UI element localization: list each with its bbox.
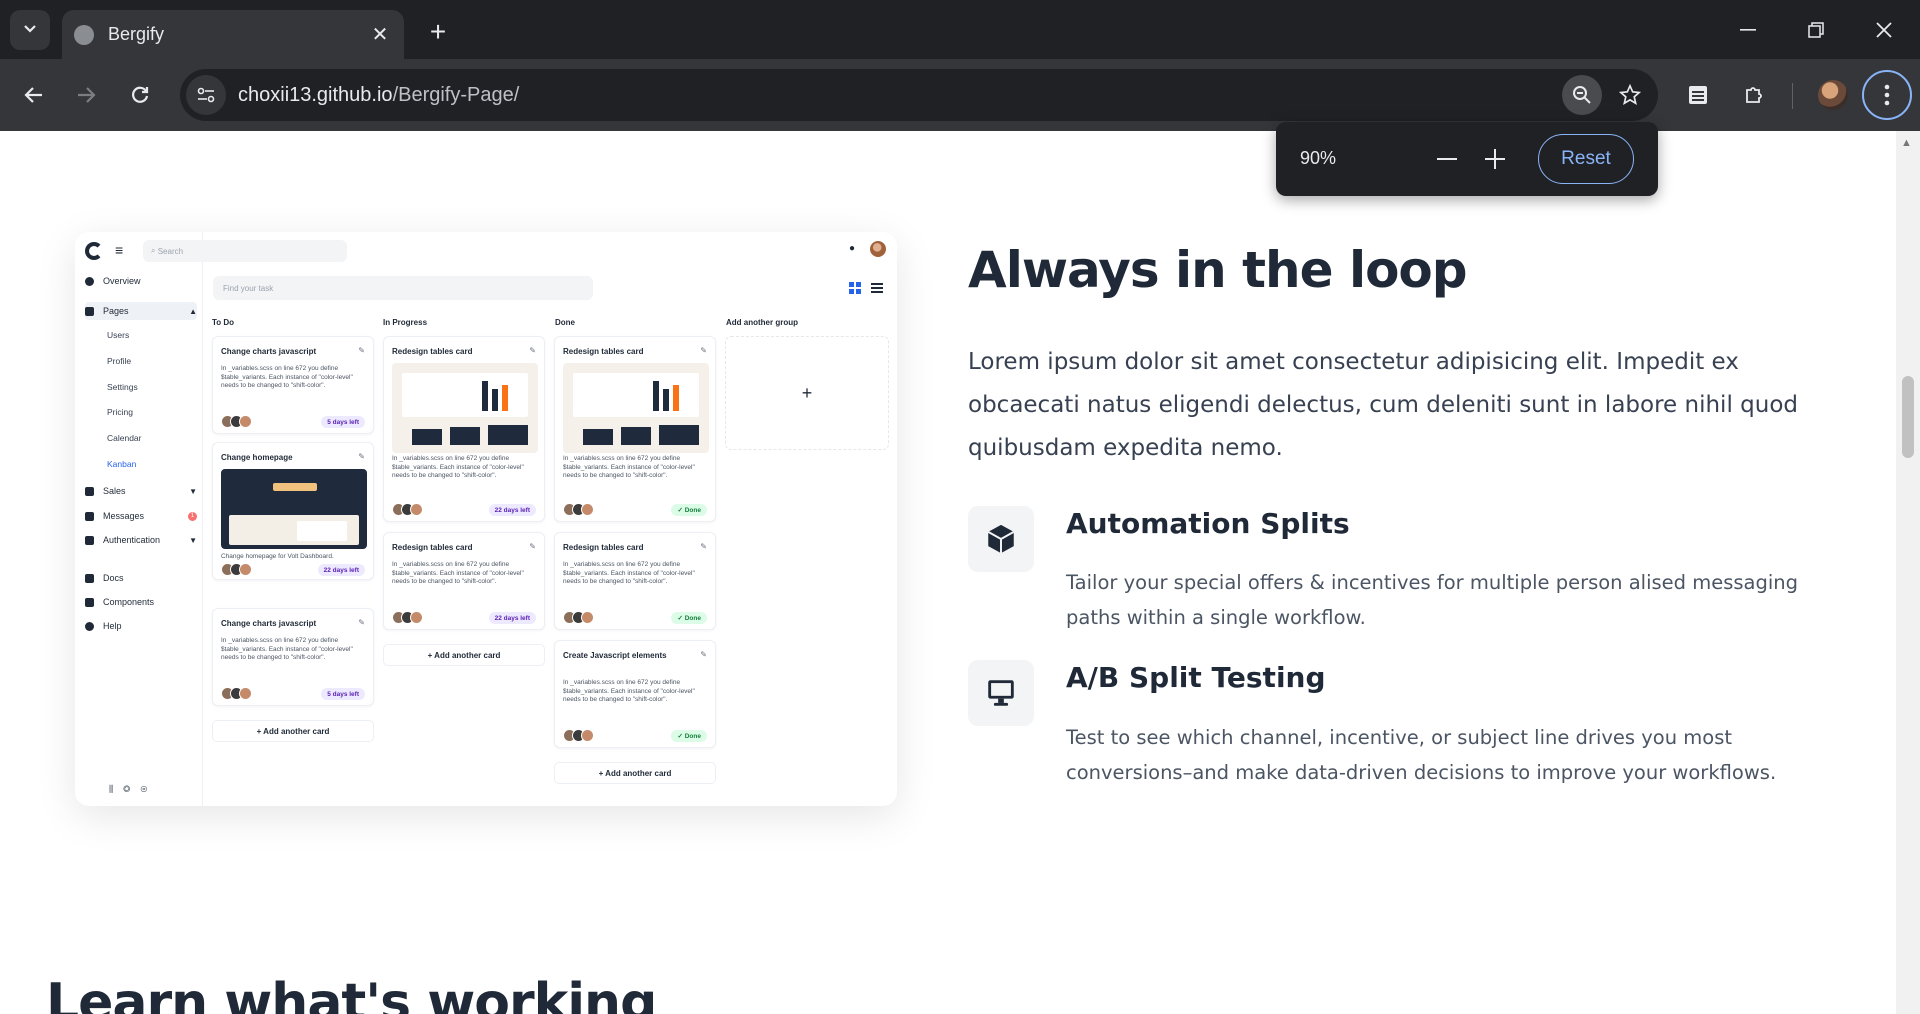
tab-strip: Bergify ✕ +	[0, 0, 1920, 59]
list-view-icon	[871, 283, 883, 293]
close-window-button[interactable]	[1862, 12, 1906, 48]
mock-sub-profile: Profile	[107, 356, 132, 366]
page-content: ≡ Overview Pages ▲ Users Profile Settings…	[0, 131, 1896, 1014]
bell-icon: ●	[849, 243, 856, 254]
profile-avatar[interactable]	[1818, 80, 1848, 110]
feature-title-automation-splits: Automation Splits	[1066, 507, 1350, 540]
next-section-heading: Learn what's working	[46, 973, 657, 1014]
bookmark-star-icon[interactable]	[1610, 75, 1650, 115]
mock-sub-calendar: Calendar	[107, 433, 142, 443]
feature-text-automation-splits: Tailor your special offers & incentives …	[1066, 571, 1799, 629]
restore-button[interactable]	[1794, 12, 1838, 48]
column-title-add-group: Add another group	[726, 318, 798, 327]
kanban-card: Change charts javascript ✎ In _variables.…	[212, 336, 374, 434]
kanban-card: Change charts javascript ✎ In _variables.…	[212, 608, 374, 706]
new-tab-button[interactable]: +	[420, 14, 456, 50]
add-card-button: + Add another card	[383, 644, 545, 666]
mock-sub-users: Users	[107, 330, 130, 340]
chevron-down-icon	[23, 21, 37, 39]
address-bar[interactable]: choxii13.github.io/Bergify-Page/	[180, 69, 1658, 121]
mock-nav-authentication: Authentication ▼	[85, 535, 197, 545]
zoom-popup: 90% Reset	[1276, 122, 1658, 196]
feature-text-ab-split-testing: Test to see which channel, incentive, or…	[1066, 726, 1777, 784]
monitor-icon	[968, 660, 1034, 726]
kanban-card: Change homepage ✎ Change homepage for Vol…	[212, 442, 374, 580]
edit-icon: ✎	[529, 542, 536, 551]
mock-avatar	[870, 241, 886, 257]
hamburger-icon: ≡	[115, 242, 124, 258]
card-thumbnail-light	[563, 363, 709, 453]
sheets-extension-icon[interactable]	[1678, 75, 1718, 115]
browser-toolbar: choxii13.github.io/Bergify-Page/	[0, 59, 1920, 131]
scroll-up-arrow-icon[interactable]: ▲	[1901, 137, 1912, 149]
kanban-card: Redesign tables card ✎ In _variables.scss…	[383, 532, 545, 630]
section-lead-paragraph: Lorem ipsum dolor sit amet consectetur a…	[968, 349, 1798, 461]
minimize-button[interactable]	[1726, 12, 1770, 48]
section-heading: Always in the loop	[968, 241, 1468, 299]
mock-search-field: ⌕ Search	[143, 240, 347, 262]
mock-nav-pages: Pages ▲	[85, 302, 197, 320]
feature-title-ab-split-testing: A/B Split Testing	[1066, 661, 1326, 694]
cube-icon	[968, 506, 1034, 572]
mock-sub-settings: Settings	[107, 382, 138, 392]
kanban-card: Redesign tables card ✎ In _variables.scss…	[554, 532, 716, 630]
edit-icon: ✎	[700, 542, 707, 551]
mock-sub-pricing: Pricing	[107, 407, 133, 417]
mock-find-task-field: Find your task	[213, 276, 593, 300]
add-card-button: + Add another card	[554, 762, 716, 784]
mock-sidebar: ≡ Overview Pages ▲ Users Profile Settings…	[75, 232, 203, 806]
browser-menu-button[interactable]	[1862, 70, 1912, 120]
grid-view-icon	[849, 282, 861, 294]
reload-button[interactable]	[120, 75, 160, 115]
toolbar-divider	[1792, 83, 1793, 109]
column-title-in-progress: In Progress	[383, 318, 428, 327]
edit-icon: ✎	[700, 650, 707, 659]
kanban-card: Create Javascript elements ✎ In _variable…	[554, 640, 716, 748]
mock-nav-overview: Overview	[85, 276, 197, 286]
column-title-todo: To Do	[212, 318, 235, 327]
edit-icon: ✎	[358, 452, 365, 461]
zoom-icon[interactable]	[1562, 75, 1602, 115]
add-card-button: + Add another card	[212, 720, 374, 742]
tab-search-button[interactable]	[10, 10, 50, 50]
mock-nav-docs: Docs	[85, 573, 197, 583]
scrollbar-thumb[interactable]	[1902, 376, 1914, 458]
kanban-dashboard-screenshot: ≡ Overview Pages ▲ Users Profile Settings…	[75, 232, 897, 806]
logo-icon	[85, 242, 103, 260]
kanban-card: Redesign tables card ✎ In _variables.scss…	[554, 336, 716, 522]
edit-icon: ✎	[358, 346, 365, 355]
tab-bergify[interactable]: Bergify ✕	[62, 10, 404, 59]
edit-icon: ✎	[529, 346, 536, 355]
mock-nav-components: Components	[85, 597, 197, 607]
mock-nav-messages: Messages 1	[85, 511, 197, 521]
mock-footer-icons: ⫼◎⊚	[109, 784, 158, 794]
tab-title: Bergify	[108, 24, 165, 44]
zoom-reset-button[interactable]: Reset	[1538, 134, 1634, 184]
edit-icon: ✎	[358, 618, 365, 627]
close-tab-icon[interactable]: ✕	[368, 22, 392, 47]
url-text: choxii13.github.io/Bergify-Page/	[238, 83, 520, 106]
zoom-out-button[interactable]	[1430, 142, 1464, 176]
column-title-done: Done	[555, 318, 575, 327]
back-button[interactable]	[14, 75, 54, 115]
page-scrollbar[interactable]: ▲	[1896, 131, 1920, 1014]
edit-icon: ✎	[700, 346, 707, 355]
mock-nav-help: Help	[85, 621, 197, 631]
mock-nav-sales: Sales ▼	[85, 486, 197, 496]
extensions-puzzle-icon[interactable]	[1734, 75, 1774, 115]
zoom-in-button[interactable]	[1478, 142, 1512, 176]
card-thumbnail-dark	[221, 469, 367, 549]
forward-button[interactable]	[66, 75, 106, 115]
card-thumbnail-light	[392, 363, 538, 453]
mock-sub-kanban: Kanban	[107, 459, 137, 469]
globe-icon	[74, 24, 94, 45]
zoom-level-text: 90%	[1300, 148, 1337, 168]
kanban-card: Redesign tables card ✎ In _variables.scss…	[383, 336, 545, 522]
add-group-plus: +	[725, 336, 889, 450]
site-settings-icon[interactable]	[186, 75, 226, 115]
